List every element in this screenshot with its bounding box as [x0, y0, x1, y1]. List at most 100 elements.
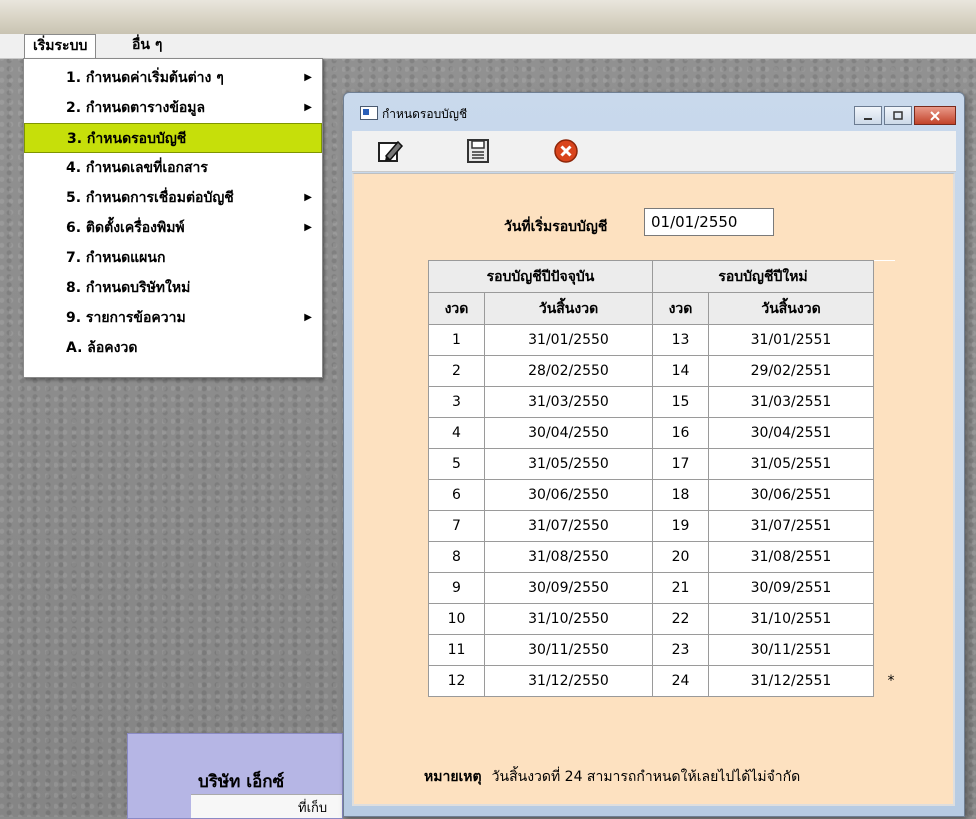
enddate-new-cell[interactable]: 31/05/2551	[708, 448, 874, 480]
table-row: 6 30/06/2550 18 30/06/2551	[428, 479, 895, 511]
save-button[interactable]	[462, 135, 494, 167]
menu-item-8[interactable]: 8. กำหนดบริษัทใหม่	[24, 273, 322, 303]
period-new-cell[interactable]: 24	[652, 665, 709, 697]
period-current-cell[interactable]: 3	[428, 386, 485, 418]
enddate-new-cell[interactable]: 29/02/2551	[708, 355, 874, 387]
window-controls	[854, 106, 956, 126]
menu-item-label: 5. กำหนดการเชื่อมต่อบัญชี	[66, 190, 234, 206]
floppy-save-icon	[467, 139, 489, 163]
enddate-current-cell[interactable]: 31/01/2550	[484, 324, 653, 356]
menu-start-system[interactable]: เริ่มระบบ	[24, 34, 97, 59]
row-marker	[873, 417, 895, 449]
period-new-cell[interactable]: 23	[652, 634, 709, 666]
period-new-cell[interactable]: 21	[652, 572, 709, 604]
period-new-cell[interactable]: 16	[652, 417, 709, 449]
period-new-cell[interactable]: 14	[652, 355, 709, 387]
row-marker	[873, 324, 895, 356]
menu-item-label: 4. กำหนดเลขที่เอกสาร	[66, 160, 208, 176]
enddate-current-cell[interactable]: 30/09/2550	[484, 572, 653, 604]
period-new-cell[interactable]: 20	[652, 541, 709, 573]
enddate-new-cell[interactable]: 30/11/2551	[708, 634, 874, 666]
cancel-button[interactable]	[550, 135, 582, 167]
start-date-input[interactable]: 01/01/2550	[644, 208, 774, 236]
period-current-cell[interactable]: 4	[428, 417, 485, 449]
period-current-cell[interactable]: 11	[428, 634, 485, 666]
period-new-cell[interactable]: 19	[652, 510, 709, 542]
enddate-current-cell[interactable]: 31/12/2550	[484, 665, 653, 697]
edit-pencil-icon	[378, 140, 404, 162]
period-current-cell[interactable]: 8	[428, 541, 485, 573]
period-current-cell[interactable]: 1	[428, 324, 485, 356]
enddate-current-cell[interactable]: 31/03/2550	[484, 386, 653, 418]
enddate-new-cell[interactable]: 31/12/2551	[708, 665, 874, 697]
enddate-new-cell[interactable]: 31/03/2551	[708, 386, 874, 418]
submenu-arrow-icon: ▶	[304, 192, 312, 203]
window-titlebar[interactable]: กำหนดรอบบัญชี	[344, 93, 964, 129]
minimize-icon	[864, 117, 872, 120]
row-marker	[873, 355, 895, 387]
menu-item-7[interactable]: 7. กำหนดแผนก	[24, 243, 322, 273]
maximize-button[interactable]	[884, 106, 912, 125]
table-row: 4 30/04/2550 16 30/04/2551	[428, 417, 895, 449]
table-row: 7 31/07/2550 19 31/07/2551	[428, 510, 895, 542]
period-current-cell[interactable]: 5	[428, 448, 485, 480]
period-current-cell[interactable]: 10	[428, 603, 485, 635]
spacer-cell	[873, 292, 895, 325]
enddate-new-cell[interactable]: 31/01/2551	[708, 324, 874, 356]
period-new-cell[interactable]: 17	[652, 448, 709, 480]
enddate-new-cell[interactable]: 31/07/2551	[708, 510, 874, 542]
window-client-area: วันที่เริ่มรอบบัญชี 01/01/2550 รอบบัญชีป…	[352, 173, 955, 806]
period-new-cell[interactable]: 22	[652, 603, 709, 635]
col-enddate-current: วันสิ้นงวด	[484, 292, 653, 325]
enddate-new-cell[interactable]: 30/09/2551	[708, 572, 874, 604]
current-year-header: รอบบัญชีปีปัจจุบัน	[428, 260, 653, 293]
enddate-current-cell[interactable]: 30/11/2550	[484, 634, 653, 666]
fiscal-period-table: รอบบัญชีปีปัจจุบัน รอบบัญชีปีใหม่ งวด วั…	[428, 260, 895, 697]
menu-others[interactable]: อื่น ๆ	[124, 34, 170, 57]
menu-item-2[interactable]: 2. กำหนดตารางข้อมูล ▶	[24, 93, 322, 123]
period-new-cell[interactable]: 15	[652, 386, 709, 418]
enddate-current-cell[interactable]: 31/10/2550	[484, 603, 653, 635]
enddate-new-cell[interactable]: 31/10/2551	[708, 603, 874, 635]
enddate-new-cell[interactable]: 31/08/2551	[708, 541, 874, 573]
submenu-arrow-icon: ▶	[304, 312, 312, 323]
period-current-cell[interactable]: 2	[428, 355, 485, 387]
period-current-cell[interactable]: 6	[428, 479, 485, 511]
period-current-cell[interactable]: 12	[428, 665, 485, 697]
menu-item-4[interactable]: 4. กำหนดเลขที่เอกสาร	[24, 153, 322, 183]
submenu-arrow-icon: ▶	[304, 102, 312, 113]
table-row: 3 31/03/2550 15 31/03/2551	[428, 386, 895, 418]
period-current-cell[interactable]: 9	[428, 572, 485, 604]
enddate-current-cell[interactable]: 30/04/2550	[484, 417, 653, 449]
period-new-cell[interactable]: 13	[652, 324, 709, 356]
menu-item-5[interactable]: 5. กำหนดการเชื่อมต่อบัญชี ▶	[24, 183, 322, 213]
enddate-new-cell[interactable]: 30/04/2551	[708, 417, 874, 449]
close-window-button[interactable]	[914, 106, 956, 125]
menu-item-1[interactable]: 1. กำหนดค่าเริ่มต้นต่าง ๆ ▶	[24, 63, 322, 93]
menu-bar: เริ่มระบบ อื่น ๆ	[0, 34, 976, 59]
spacer-cell	[873, 260, 895, 293]
enddate-current-cell[interactable]: 28/02/2550	[484, 355, 653, 387]
edit-button[interactable]	[374, 135, 406, 167]
col-enddate-new: วันสิ้นงวด	[708, 292, 874, 325]
minimize-button[interactable]	[854, 106, 882, 125]
table-row: 10 31/10/2550 22 31/10/2551	[428, 603, 895, 635]
enddate-current-cell[interactable]: 31/05/2550	[484, 448, 653, 480]
menu-item-label: 3. กำหนดรอบบัญชี	[67, 131, 187, 147]
enddate-current-cell[interactable]: 31/07/2550	[484, 510, 653, 542]
menu-item-10[interactable]: A. ล้อคงวด	[24, 333, 322, 363]
table-row: 5 31/05/2550 17 31/05/2551	[428, 448, 895, 480]
menu-item-label: 2. กำหนดตารางข้อมูล	[66, 100, 206, 116]
menu-item-3[interactable]: 3. กำหนดรอบบัญชี	[24, 123, 322, 153]
menu-item-9[interactable]: 9. รายการข้อความ ▶	[24, 303, 322, 333]
period-new-cell[interactable]: 18	[652, 479, 709, 511]
submenu-arrow-icon: ▶	[304, 222, 312, 233]
period-current-cell[interactable]: 7	[428, 510, 485, 542]
menu-item-label: A. ล้อคงวด	[66, 340, 138, 356]
row-marker	[873, 448, 895, 480]
menu-item-6[interactable]: 6. ติดตั้งเครื่องพิมพ์ ▶	[24, 213, 322, 243]
enddate-current-cell[interactable]: 30/06/2550	[484, 479, 653, 511]
enddate-current-cell[interactable]: 31/08/2550	[484, 541, 653, 573]
enddate-new-cell[interactable]: 30/06/2551	[708, 479, 874, 511]
start-system-dropdown: 1. กำหนดค่าเริ่มต้นต่าง ๆ ▶ 2. กำหนดตารางข…	[23, 58, 323, 378]
